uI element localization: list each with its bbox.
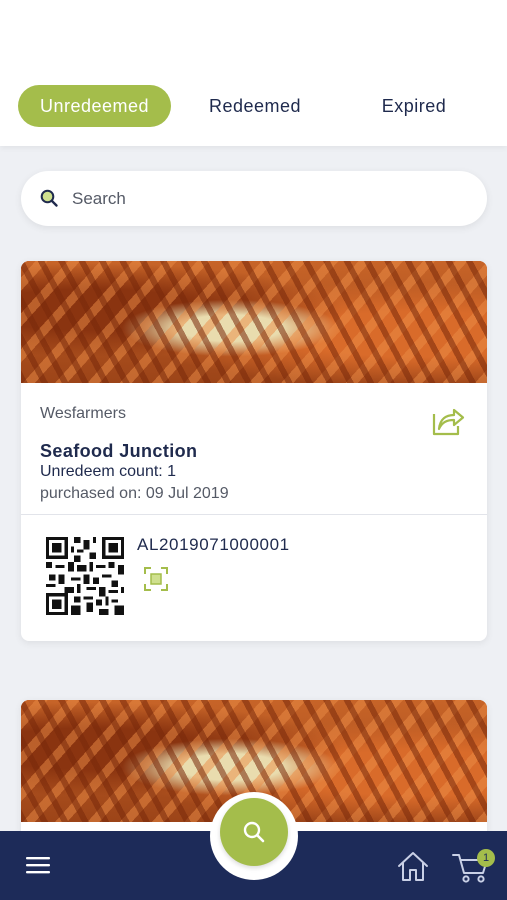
tab-expired[interactable]: Expired (348, 85, 480, 127)
share-icon[interactable] (431, 405, 465, 437)
home-icon[interactable] (396, 849, 430, 883)
purchase-date: purchased on: 09 Jul 2019 (40, 485, 229, 502)
unredeem-count: Unredeem count: 1 (40, 463, 177, 480)
scan-icon[interactable] (143, 566, 169, 592)
qr-code[interactable] (46, 537, 124, 615)
header-area: Unredeemed Redeemed Expired (0, 0, 507, 146)
voucher-card[interactable]: Wesfarmers Seafood Junction Unredeem cou… (21, 261, 487, 641)
search-icon (243, 821, 265, 843)
card-divider (21, 514, 487, 515)
cart-badge: 1 (477, 849, 495, 867)
merchant-name: Wesfarmers (40, 405, 126, 422)
voucher-image (21, 261, 487, 383)
search-input[interactable] (72, 171, 462, 226)
search-bar[interactable] (21, 171, 487, 226)
menu-icon[interactable] (26, 855, 52, 877)
search-icon (40, 189, 58, 207)
tab-unredeemed[interactable]: Unredeemed (18, 85, 171, 127)
deal-title: Seafood Junction (40, 441, 198, 461)
voucher-code: AL2019071000001 (137, 535, 290, 554)
tab-bar: Unredeemed Redeemed Expired (0, 85, 507, 127)
tab-redeemed[interactable]: Redeemed (186, 85, 324, 127)
search-fab-button[interactable] (220, 798, 288, 866)
